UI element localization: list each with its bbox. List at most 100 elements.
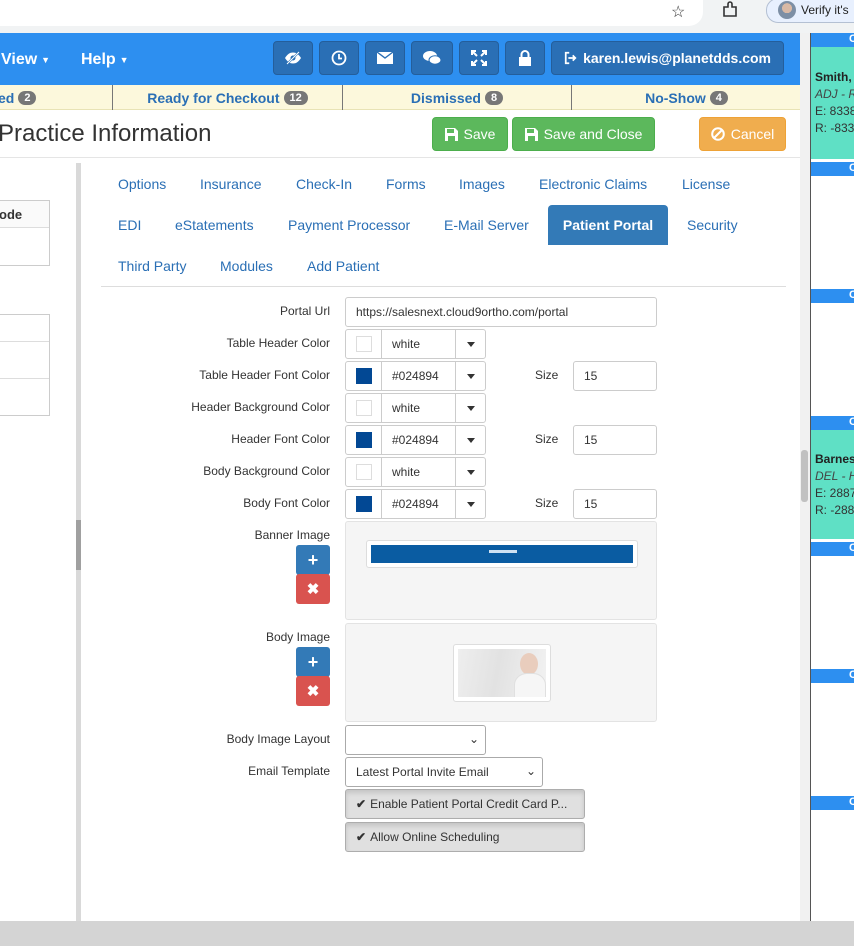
tab-third-party[interactable]: Third Party — [102, 246, 202, 286]
save-button-label: Save — [463, 126, 496, 142]
color-swatch-fill — [355, 400, 372, 416]
save-and-close-button[interactable]: Save and Close — [512, 117, 655, 151]
user-signout-button[interactable]: karen.lewis@planetdds.com — [551, 41, 784, 75]
dropdown-caret-icon[interactable] — [455, 426, 485, 454]
enable-credit-card-toggle[interactable]: ✔ Enable Patient Portal Credit Card P... — [345, 789, 585, 819]
status-ready-for-checkout[interactable]: Ready for Checkout 12 — [113, 85, 343, 110]
tab-security[interactable]: Security — [671, 205, 754, 245]
chat-button[interactable] — [411, 41, 453, 75]
chevron-down-icon: ⌄ — [468, 732, 479, 746]
status-count-badge: 4 — [709, 90, 728, 105]
close-icon: ✖ — [306, 581, 320, 598]
tab-patient-portal[interactable]: Patient Portal — [548, 205, 668, 245]
table-header-font-color-label: Table Header Font Color — [199, 368, 330, 382]
cancel-button[interactable]: Cancel — [699, 117, 786, 151]
tab-check-in[interactable]: Check-In — [280, 164, 368, 204]
verify-identity-chip[interactable]: Verify it's — [766, 0, 854, 23]
portal-url-label: Portal Url — [279, 304, 330, 318]
add-banner-image-button[interactable]: + — [296, 545, 330, 575]
body-image-thumbnail[interactable] — [453, 644, 551, 702]
dropdown-caret-icon[interactable] — [455, 362, 485, 390]
dropdown-caret-icon[interactable] — [455, 330, 485, 358]
appointment-line: E: 2887 — [815, 486, 854, 500]
banner-image-well — [345, 521, 657, 620]
lock-icon — [519, 49, 531, 66]
table-header-color-picker[interactable]: white — [345, 329, 486, 359]
banner-image-thumbnail[interactable] — [366, 540, 638, 568]
status-no-show[interactable]: No-Show 4 — [572, 85, 801, 110]
extensions-icon[interactable] — [722, 1, 739, 24]
allow-online-scheduling-toggle[interactable]: ✔ Allow Online Scheduling — [345, 822, 585, 852]
dropdown-caret-icon[interactable] — [455, 458, 485, 486]
save-button[interactable]: Save — [432, 117, 508, 151]
color-swatch — [346, 458, 382, 486]
remove-body-image-button[interactable]: ✖ — [296, 676, 330, 706]
splitter-handle[interactable] — [76, 520, 81, 570]
bookmark-star-icon[interactable]: ☆ — [671, 2, 685, 22]
email-template-value: Latest Portal Invite Email — [356, 765, 489, 779]
color-swatch — [346, 362, 382, 390]
menu-view[interactable]: View ▼ — [1, 51, 50, 69]
banner-logo-mark — [489, 550, 517, 553]
tab-estatements[interactable]: eStatements — [159, 205, 270, 245]
body-image-layout-label: Body Image Layout — [226, 732, 330, 746]
header-font-color-label: Header Font Color — [231, 432, 330, 446]
cancel-button-label: Cancel — [730, 126, 775, 142]
left-list-row[interactable] — [0, 342, 49, 379]
appointment-card[interactable]: Smith, ADJ - R E: 8338 R: -833 — [811, 47, 854, 159]
hide-button[interactable] — [273, 41, 313, 75]
history-button[interactable] — [319, 41, 359, 75]
tab-email-server[interactable]: E-Mail Server — [428, 205, 545, 245]
tab-electronic-claims[interactable]: Electronic Claims — [523, 164, 663, 204]
color-swatch-fill — [355, 432, 372, 448]
tab-add-patient[interactable]: Add Patient — [291, 246, 395, 286]
page-scrollbar-thumb[interactable] — [801, 450, 808, 502]
body-font-color-label: Body Font Color — [243, 496, 330, 510]
horizontal-scrollbar[interactable] — [0, 921, 854, 946]
tab-images[interactable]: Images — [443, 164, 521, 204]
email-template-select[interactable]: Latest Portal Invite Email ⌄ — [345, 757, 543, 787]
top-navbar: View ▼ Help ▼ karen.lewis@planetdds.com — [0, 33, 810, 85]
dropdown-caret-icon[interactable] — [455, 394, 485, 422]
header-font-size-input[interactable]: 15 — [573, 425, 657, 455]
header-divider — [0, 157, 800, 158]
messages-button[interactable] — [365, 41, 405, 75]
appointment-line: R: -288 — [815, 503, 854, 517]
schedule-slot-header: C — [811, 542, 854, 556]
plus-icon: + — [307, 549, 319, 570]
tab-options[interactable]: Options — [102, 164, 182, 204]
appointment-card[interactable]: Barnes DEL - H E: 2887 R: -288 — [811, 430, 854, 539]
body-image-label: Body Image — [265, 630, 330, 644]
chat-bubbles-icon — [423, 51, 442, 65]
color-swatch-fill — [355, 368, 372, 384]
menu-help[interactable]: Help ▼ — [81, 51, 129, 69]
tab-payment-processor[interactable]: Payment Processor — [272, 205, 426, 245]
expand-icon — [471, 50, 487, 66]
body-image-layout-select[interactable]: ⌄ — [345, 725, 486, 755]
remove-banner-image-button[interactable]: ✖ — [296, 574, 330, 604]
save-and-close-label: Save and Close — [543, 126, 643, 142]
table-header-font-size-input[interactable]: 15 — [573, 361, 657, 391]
tab-modules[interactable]: Modules — [204, 246, 289, 286]
tab-edi[interactable]: EDI — [102, 205, 157, 245]
tab-license[interactable]: License — [666, 164, 746, 204]
table-header-font-color-picker[interactable]: #024894 — [345, 361, 486, 391]
body-font-color-picker[interactable]: #024894 — [345, 489, 486, 519]
tab-insurance[interactable]: Insurance — [184, 164, 277, 204]
appointment-type: DEL - H — [815, 469, 854, 483]
header-font-color-picker[interactable]: #024894 — [345, 425, 486, 455]
status-dismissed[interactable]: Dismissed 8 — [343, 85, 572, 110]
fullscreen-button[interactable] — [459, 41, 499, 75]
body-background-color-picker[interactable]: white — [345, 457, 486, 487]
color-swatch — [346, 330, 382, 358]
portal-url-input[interactable]: https://salesnext.cloud9ortho.com/portal — [345, 297, 657, 327]
add-body-image-button[interactable]: + — [296, 647, 330, 677]
dropdown-caret-icon[interactable] — [455, 490, 485, 518]
status-checked-in[interactable]: ed 2 — [0, 85, 113, 110]
address-bar[interactable] — [0, 0, 703, 26]
tab-forms[interactable]: Forms — [370, 164, 442, 204]
header-background-color-picker[interactable]: white — [345, 393, 486, 423]
left-list-row[interactable] — [0, 315, 49, 342]
body-font-size-input[interactable]: 15 — [573, 489, 657, 519]
lock-button[interactable] — [505, 41, 545, 75]
